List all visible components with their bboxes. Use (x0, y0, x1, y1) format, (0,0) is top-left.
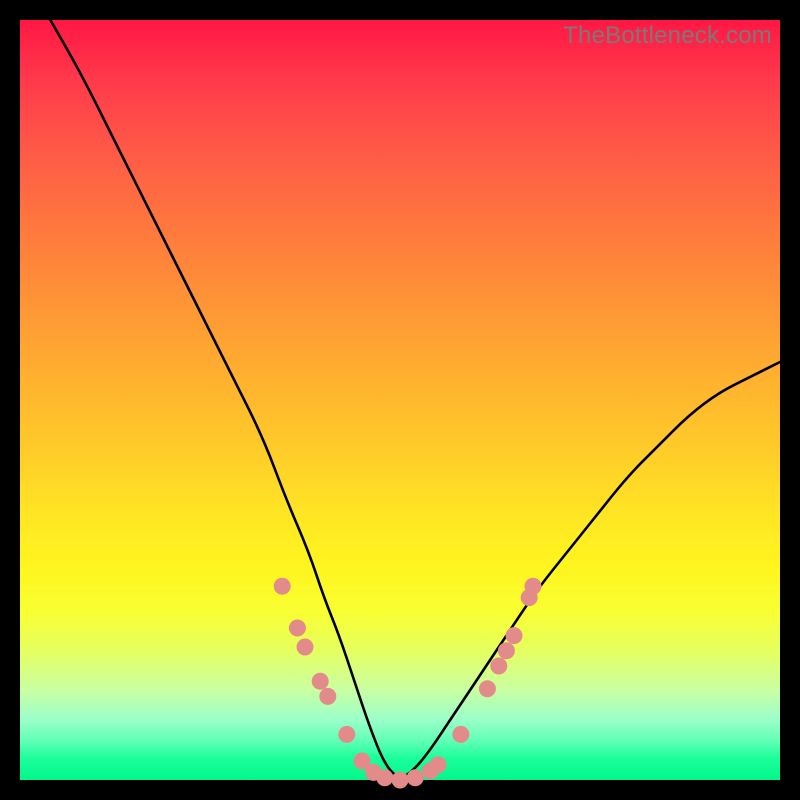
data-marker (452, 726, 469, 743)
data-marker (430, 756, 447, 773)
data-marker (274, 578, 291, 595)
data-marker (407, 769, 424, 786)
data-marker (392, 772, 409, 789)
data-marker (490, 658, 507, 675)
data-marker (498, 642, 515, 659)
chart-svg (20, 20, 780, 780)
data-markers (274, 578, 542, 789)
bottleneck-curve (50, 20, 780, 777)
data-marker (525, 578, 542, 595)
data-marker (479, 680, 496, 697)
chart-frame: TheBottleneck.com (0, 0, 800, 800)
data-marker (376, 769, 393, 786)
plot-area: TheBottleneck.com (20, 20, 780, 780)
data-marker (312, 673, 329, 690)
data-marker (319, 688, 336, 705)
data-marker (338, 726, 355, 743)
data-marker (289, 620, 306, 637)
data-marker (506, 627, 523, 644)
data-marker (297, 639, 314, 656)
